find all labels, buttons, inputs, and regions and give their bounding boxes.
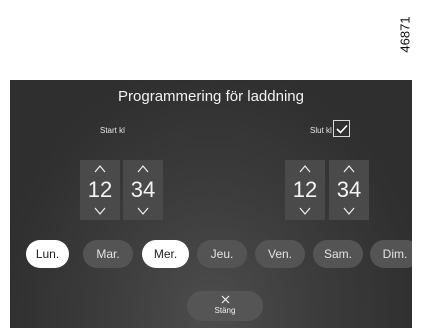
start-minute-up-button[interactable] — [123, 162, 163, 176]
day-label: Mar. — [96, 247, 120, 261]
start-hour-down-button[interactable] — [80, 204, 120, 218]
chevron-down-icon — [137, 207, 149, 215]
chevron-down-icon — [343, 207, 355, 215]
day-toggle-wednesday[interactable]: Mer. — [142, 240, 189, 268]
end-minute-down-button[interactable] — [329, 204, 369, 218]
start-minute-down-button[interactable] — [123, 204, 163, 218]
figure-number-text: 46871 — [397, 15, 413, 53]
start-hour-value: 12 — [87, 177, 113, 202]
day-label: Sam. — [323, 247, 352, 261]
end-minute-spinner[interactable]: 34 — [329, 160, 369, 220]
start-minute-spinner[interactable]: 34 — [123, 160, 163, 220]
day-selector: Lun. Mar. Mer. Jeu. Ven. Sam. Dim. — [26, 240, 412, 268]
chevron-down-icon — [299, 207, 311, 215]
end-hour-value: 12 — [292, 177, 318, 202]
chevron-down-icon — [94, 207, 106, 215]
day-label: Jeu. — [210, 247, 234, 261]
end-hour-down-button[interactable] — [285, 204, 325, 218]
check-icon — [335, 124, 348, 134]
chevron-up-icon — [343, 165, 355, 173]
chevron-up-icon — [137, 165, 149, 173]
end-time-checkbox[interactable] — [333, 120, 350, 137]
day-toggle-thursday[interactable]: Jeu. — [197, 240, 247, 268]
start-hour-spinner[interactable]: 12 — [80, 160, 120, 220]
day-toggle-tuesday[interactable]: Mar. — [83, 240, 133, 268]
chevron-up-icon — [299, 165, 311, 173]
day-label: Lun. — [35, 247, 60, 261]
start-minute-value: 34 — [130, 177, 156, 202]
day-toggle-saturday[interactable]: Sam. — [313, 240, 363, 268]
figure-number: 46871 — [391, 4, 419, 64]
start-time-label: Start kl — [100, 126, 125, 135]
start-hour-up-button[interactable] — [80, 162, 120, 176]
chevron-up-icon — [94, 165, 106, 173]
close-icon — [221, 295, 229, 304]
end-hour-up-button[interactable] — [285, 162, 325, 176]
end-minute-up-button[interactable] — [329, 162, 369, 176]
day-toggle-friday[interactable]: Ven. — [255, 240, 305, 268]
day-toggle-sunday[interactable]: Dim. — [370, 240, 412, 268]
day-label: Ven. — [267, 247, 293, 261]
page-title: Programmering för laddning — [118, 88, 304, 105]
day-label: Mer. — [153, 247, 178, 261]
page: 46871 Programmering för laddning Start k… — [0, 0, 422, 328]
close-button[interactable]: Stäng — [187, 291, 263, 321]
end-minute-value: 34 — [336, 177, 362, 202]
day-label: Dim. — [382, 247, 408, 261]
end-time-label: Slut kl — [310, 126, 332, 135]
day-toggle-monday[interactable]: Lun. — [26, 240, 69, 268]
end-hour-spinner[interactable]: 12 — [285, 160, 325, 220]
charging-schedule-screen: Programmering för laddning Start kl Slut… — [10, 80, 412, 328]
close-button-label: Stäng — [214, 306, 236, 315]
close-icon-wrap — [187, 295, 263, 304]
